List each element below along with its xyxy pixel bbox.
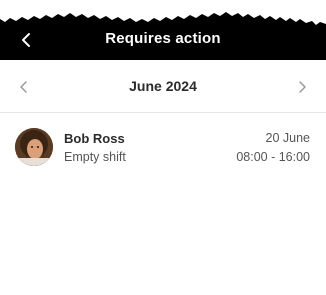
shift-time: 08:00 - 16:00 (236, 150, 310, 164)
shift-status: Empty shift (64, 150, 126, 164)
month-navigation: June 2024 (0, 60, 326, 113)
chevron-right-icon (299, 81, 306, 93)
avatar (15, 128, 53, 166)
app-root: Requires action June 2024 Bob Ross Empty… (0, 0, 326, 295)
page-title: Requires action (105, 30, 221, 47)
header-bar: Requires action (0, 0, 326, 60)
employee-name: Bob Ross (64, 131, 125, 146)
next-month-button[interactable] (291, 76, 313, 98)
month-label: June 2024 (129, 78, 197, 94)
torn-edge-decoration (0, 0, 326, 25)
avatar-photo (15, 128, 53, 166)
shift-list-item[interactable]: Bob Ross Empty shift 20 June 08:00 - 16:… (0, 114, 326, 180)
shift-date: 20 June (265, 131, 310, 145)
